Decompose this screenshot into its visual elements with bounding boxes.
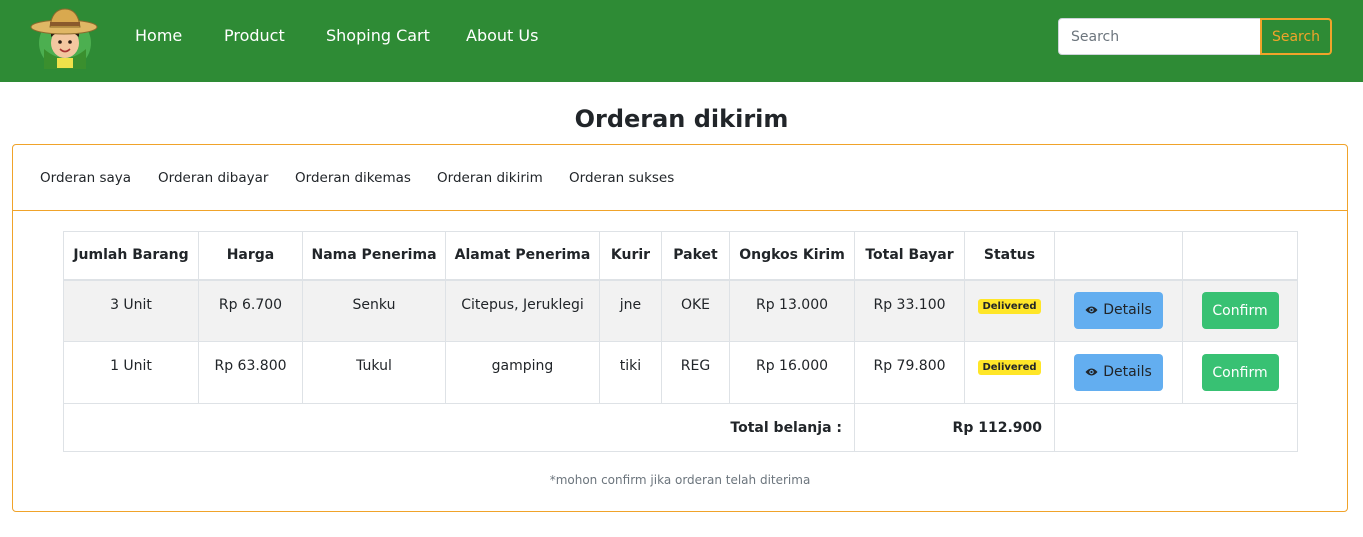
tab-orderan-dikirim[interactable]: Orderan dikirim bbox=[437, 170, 543, 186]
eye-icon bbox=[1085, 365, 1098, 381]
header-ongkos-kirim: Ongkos Kirim bbox=[729, 231, 855, 281]
order-tabs: Orderan saya Orderan dibayar Orderan dik… bbox=[13, 145, 1347, 211]
header-status: Status bbox=[964, 231, 1055, 281]
header-empty bbox=[1182, 231, 1298, 281]
cell-confirm: Confirm bbox=[1182, 279, 1298, 342]
cell-status: Delivered bbox=[964, 341, 1055, 404]
cell-package: OKE bbox=[661, 279, 730, 342]
nav-link-product[interactable]: Product bbox=[224, 26, 285, 45]
confirm-button[interactable]: Confirm bbox=[1201, 292, 1279, 330]
search-button[interactable]: Search bbox=[1260, 18, 1332, 55]
tab-orderan-dibayar[interactable]: Orderan dibayar bbox=[158, 170, 268, 186]
cell-price: Rp 63.800 bbox=[198, 341, 303, 404]
nav-link-about-us[interactable]: About Us bbox=[466, 26, 538, 45]
header-paket: Paket bbox=[661, 231, 730, 281]
cell-shipping: Rp 16.000 bbox=[729, 341, 855, 404]
total-belanja-value: Rp 112.900 bbox=[854, 403, 1055, 452]
cell-status: Delivered bbox=[964, 279, 1055, 342]
header-jumlah-barang: Jumlah Barang bbox=[63, 231, 199, 281]
cell-total: Rp 79.800 bbox=[854, 341, 965, 404]
cell-price: Rp 6.700 bbox=[198, 279, 303, 342]
table-row: 3 Unit Rp 6.700 Senku Citepus, Jeruklegi… bbox=[63, 279, 1298, 342]
navbar: Home Product Shoping Cart About Us Searc… bbox=[0, 0, 1363, 82]
orders-table: Jumlah Barang Harga Nama Penerima Alamat… bbox=[63, 231, 1298, 452]
cell-details: Details bbox=[1054, 341, 1183, 404]
nav-link-home[interactable]: Home bbox=[135, 26, 182, 45]
nav-link-shopping-cart[interactable]: Shoping Cart bbox=[326, 26, 430, 45]
page-title: Orderan dikirim bbox=[574, 105, 789, 133]
table-header-row: Jumlah Barang Harga Nama Penerima Alamat… bbox=[63, 231, 1298, 281]
header-nama-penerima: Nama Penerima bbox=[302, 231, 446, 281]
cell-confirm: Confirm bbox=[1182, 341, 1298, 404]
tab-orderan-dikemas[interactable]: Orderan dikemas bbox=[295, 170, 411, 186]
cell-address: gamping bbox=[445, 341, 600, 404]
cell-total: Rp 33.100 bbox=[854, 279, 965, 342]
cell-details: Details bbox=[1054, 279, 1183, 342]
total-row-empty bbox=[1054, 403, 1298, 452]
eye-icon bbox=[1085, 303, 1098, 319]
status-badge: Delivered bbox=[978, 360, 1041, 375]
details-button[interactable]: Details bbox=[1074, 354, 1163, 391]
cell-shipping: Rp 13.000 bbox=[729, 279, 855, 342]
total-belanja-label: Total belanja : bbox=[63, 403, 855, 452]
orders-card: Orderan saya Orderan dibayar Orderan dik… bbox=[12, 144, 1348, 512]
cell-name: Senku bbox=[302, 279, 446, 342]
search-input[interactable] bbox=[1058, 18, 1261, 55]
cell-address: Citepus, Jeruklegi bbox=[445, 279, 600, 342]
farmer-logo[interactable] bbox=[30, 3, 98, 71]
details-label: Details bbox=[1103, 364, 1152, 380]
status-badge: Delivered bbox=[978, 298, 1041, 314]
confirm-button[interactable]: Confirm bbox=[1201, 354, 1279, 391]
confirm-note: *mohon confirm jika orderan telah diteri… bbox=[549, 473, 811, 487]
total-row: Total belanja : Rp 112.900 bbox=[63, 403, 1298, 452]
cell-courier: jne bbox=[599, 279, 662, 342]
header-empty bbox=[1054, 231, 1183, 281]
header-total-bayar: Total Bayar bbox=[854, 231, 965, 281]
tab-orderan-saya[interactable]: Orderan saya bbox=[40, 170, 131, 186]
details-label: Details bbox=[1103, 302, 1152, 319]
details-button[interactable]: Details bbox=[1074, 292, 1163, 330]
cell-courier: tiki bbox=[599, 341, 662, 404]
header-alamat-penerima: Alamat Penerima bbox=[445, 231, 600, 281]
header-harga: Harga bbox=[198, 231, 303, 281]
header-kurir: Kurir bbox=[599, 231, 662, 281]
cell-name: Tukul bbox=[302, 341, 446, 404]
tab-orderan-sukses[interactable]: Orderan sukses bbox=[569, 170, 674, 186]
cell-qty: 3 Unit bbox=[63, 279, 199, 342]
table-row: 1 Unit Rp 63.800 Tukul gamping tiki REG … bbox=[63, 341, 1298, 404]
cell-qty: 1 Unit bbox=[63, 341, 199, 404]
cell-package: REG bbox=[661, 341, 730, 404]
